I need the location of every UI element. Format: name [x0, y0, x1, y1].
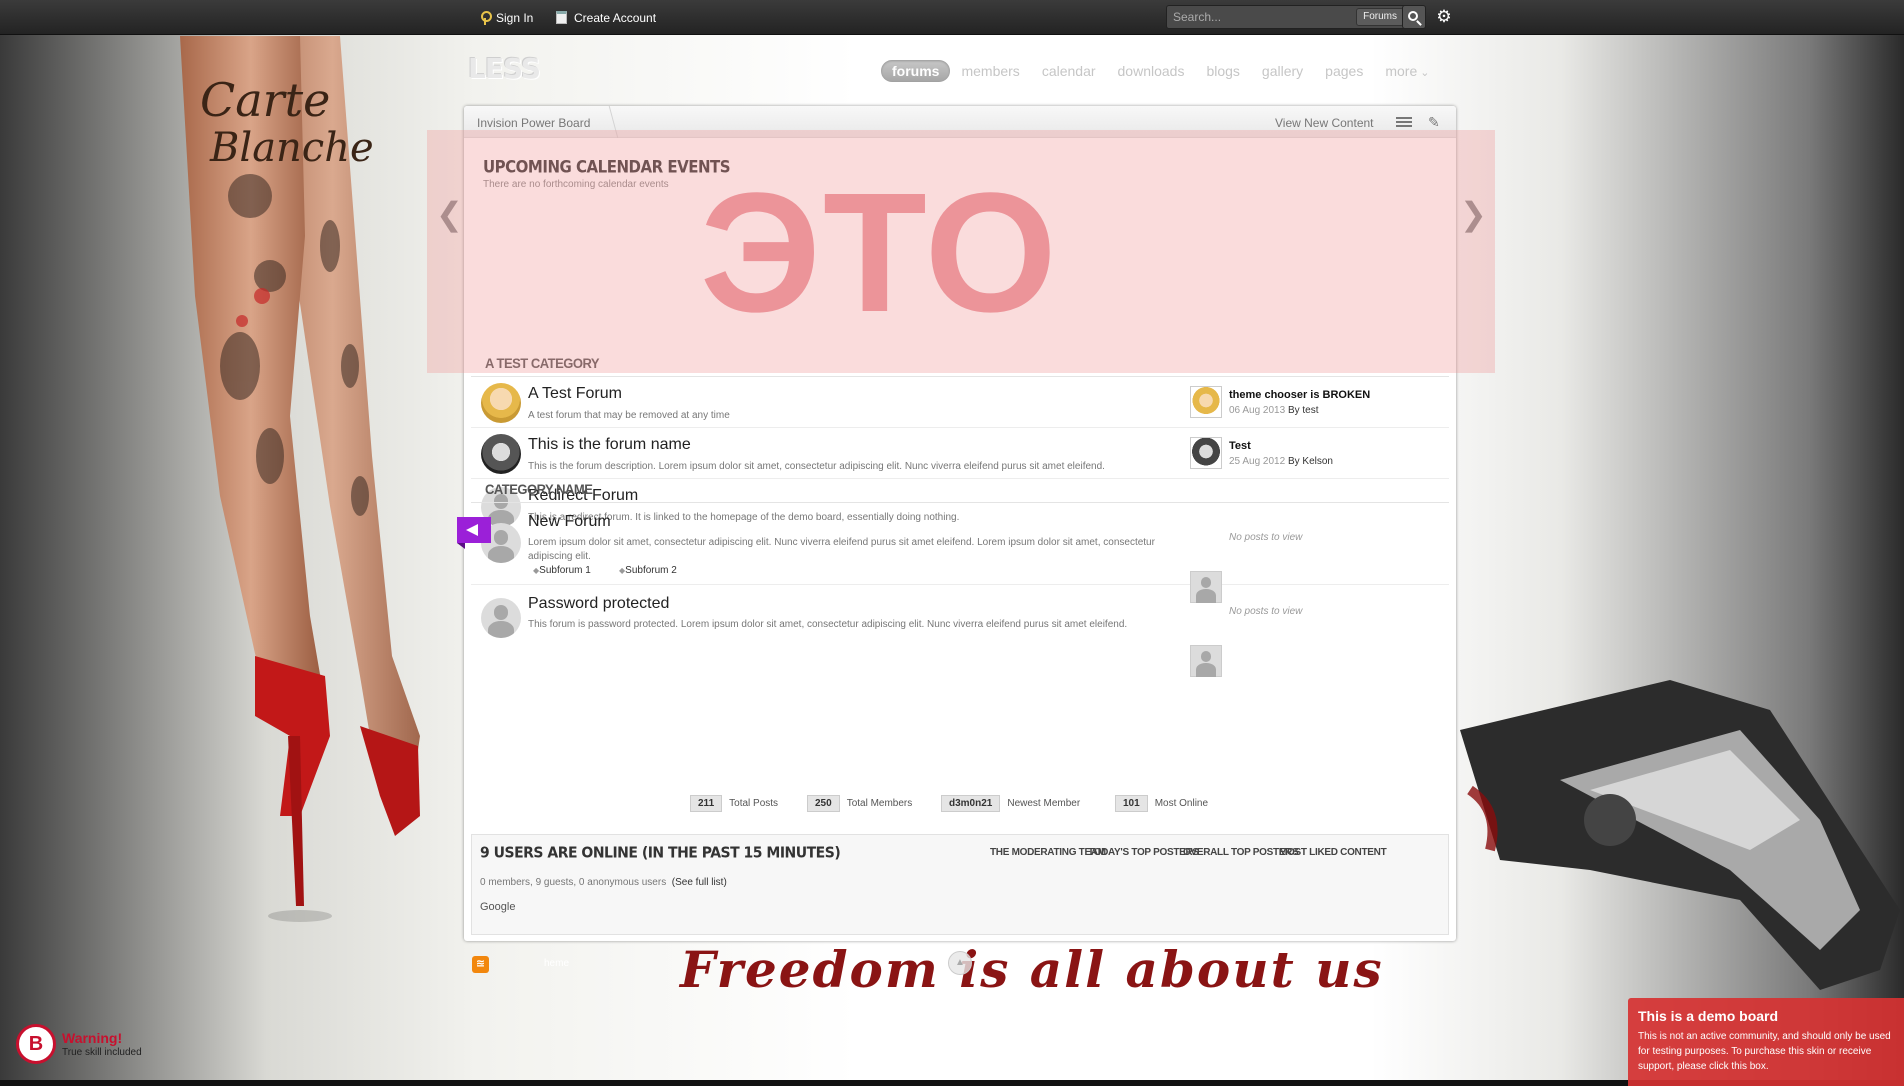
last-post-meta: 06 Aug 2013 By test — [1229, 405, 1319, 416]
most-liked-content-link[interactable]: MOST LIKED CONTENT — [1279, 847, 1387, 858]
stat-total-posts: 211 Total Posts — [690, 795, 778, 812]
forum-row: New Forum Lorem ipsum dolor sit amet, co… — [471, 503, 1449, 603]
forum-title[interactable]: New Forum — [528, 513, 611, 531]
stat-label: Total Posts — [729, 798, 779, 809]
theme-chooser-label[interactable]: heme — [544, 958, 569, 969]
forum-title[interactable]: Password protected — [528, 595, 669, 613]
forum-description: This forum is password protected. Lorem … — [528, 619, 1128, 630]
forum-title[interactable]: This is the forum name — [528, 436, 691, 454]
forum-row: This is the forum name This is the forum… — [471, 428, 1449, 479]
online-users-box: 9 USERS ARE ONLINE (IN THE PAST 15 MINUT… — [471, 834, 1449, 935]
stat-value[interactable]: d3m0n21 — [941, 795, 1001, 812]
overlay-watermark-text: ЭТО — [700, 158, 1059, 348]
top-bar: Sign In Create Account Forums ⚙ — [0, 0, 1904, 35]
search-icon — [1408, 11, 1418, 21]
last-post-by: By — [1287, 405, 1300, 416]
last-post-author[interactable]: Kelson — [1302, 456, 1333, 467]
settings-gear-icon[interactable]: ⚙ — [1433, 6, 1455, 28]
nav-tab-pages[interactable]: pages — [1314, 60, 1374, 82]
purple-back-tab-icon[interactable] — [457, 517, 491, 549]
stat-label: Total Members — [846, 798, 913, 809]
create-account-label: Create Account — [574, 10, 657, 25]
rss-icon[interactable]: ≊ — [472, 956, 489, 973]
nav-tab-members[interactable]: members — [950, 60, 1030, 82]
stat-value: 250 — [807, 795, 840, 812]
last-poster-avatar[interactable] — [1190, 386, 1222, 418]
no-posts-text: No posts to view — [1229, 606, 1303, 617]
forum-avatar — [481, 383, 521, 423]
stat-total-members: 250 Total Members — [807, 795, 912, 812]
stat-newest-member: d3m0n21 Newest Member — [941, 795, 1080, 812]
nav-tab-forums[interactable]: forums — [881, 60, 951, 82]
revolver-background-art — [1440, 670, 1904, 1010]
demo-notice-title: This is a demo board — [1638, 1008, 1779, 1024]
stat-value: 211 — [690, 795, 723, 812]
last-post-date: 25 Aug 2012 — [1229, 456, 1286, 467]
last-poster-avatar[interactable] — [1190, 437, 1222, 469]
svg-text:Blanche: Blanche — [209, 125, 374, 171]
no-posts-text: No posts to view — [1229, 532, 1303, 543]
see-full-list-link[interactable]: (See full list) — [672, 877, 727, 888]
forum-description: A test forum that may be removed at any … — [528, 410, 730, 421]
last-post-title[interactable]: Test — [1229, 440, 1251, 452]
last-poster-avatar — [1190, 645, 1222, 677]
stat-value: 101 — [1115, 795, 1148, 812]
last-post-meta: 25 Aug 2012 By Kelson — [1229, 456, 1333, 467]
brush-icon[interactable]: ✎ — [1428, 114, 1440, 131]
search-scope-button[interactable]: Forums — [1356, 8, 1404, 26]
online-counts: 0 members, 9 guests, 0 anonymous users (… — [480, 877, 727, 888]
create-account-link[interactable]: Create Account — [556, 0, 656, 35]
online-users-title: 9 USERS ARE ONLINE (IN THE PAST 15 MINUT… — [480, 844, 841, 862]
nav-tab-blogs[interactable]: blogs — [1195, 60, 1250, 82]
subforum-link[interactable]: Subforum 2 — [619, 565, 677, 576]
tattoo-text: Carte — [200, 73, 330, 127]
freedom-banner-art: Freedom is all about us — [680, 940, 1384, 999]
forum-avatar — [481, 434, 521, 474]
board-stats: 211 Total Posts 250 Total Members d3m0n2… — [464, 795, 1456, 815]
sign-in-label: Sign In — [496, 10, 534, 25]
last-post-by: By — [1287, 456, 1300, 467]
forum-title[interactable]: A Test Forum — [528, 385, 622, 403]
forum-avatar — [481, 598, 521, 638]
search-input[interactable] — [1167, 6, 1357, 28]
site-logo[interactable]: LESS — [468, 52, 541, 85]
main-nav: forums members calendar downloads blogs … — [881, 58, 1441, 84]
clipboard-icon — [556, 11, 567, 24]
warning-subtitle: True skill included — [62, 1047, 142, 1058]
tattooed-legs-background-art: Carte Blanche — [0, 36, 470, 1020]
online-counts-text: 0 members, 9 guests, 0 anonymous users — [480, 877, 667, 888]
warning-logo: B — [16, 1024, 56, 1064]
view-new-content-link[interactable]: View New Content — [1275, 116, 1374, 130]
warning-badge[interactable]: B Warning! True skill included — [16, 1024, 186, 1066]
search-button[interactable] — [1402, 5, 1426, 29]
key-icon — [480, 10, 492, 25]
back-to-top-icon[interactable]: ▲ — [948, 951, 972, 975]
nav-tab-calendar[interactable]: calendar — [1031, 60, 1107, 82]
online-user-name[interactable]: Google — [480, 901, 515, 913]
nav-tab-more[interactable]: more — [1374, 60, 1440, 82]
stat-most-online: 101 Most Online — [1115, 795, 1208, 812]
nav-tab-gallery[interactable]: gallery — [1251, 60, 1314, 82]
stat-label: Newest Member — [1007, 798, 1081, 809]
nav-tab-downloads[interactable]: downloads — [1107, 60, 1196, 82]
stat-label: Most Online — [1154, 798, 1209, 809]
forum-description: This is the forum description. Lorem ips… — [528, 461, 1105, 472]
breadcrumb-home-link[interactable]: Invision Power Board — [477, 116, 590, 130]
forum-row: Password protected This forum is passwor… — [471, 585, 1449, 677]
sign-in-link[interactable]: Sign In — [480, 0, 533, 35]
last-post-title[interactable]: theme chooser is BROKEN — [1229, 389, 1370, 401]
bottom-strip — [0, 1080, 1904, 1086]
category-title[interactable]: CATEGORY NAME — [485, 482, 593, 498]
search-box: Forums — [1166, 5, 1408, 29]
warning-title: Warning! — [62, 1030, 123, 1046]
demo-notice-body: This is not an active community, and sho… — [1638, 1031, 1891, 1072]
subforum-link[interactable]: Subforum 1 — [533, 565, 591, 576]
last-post-date: 06 Aug 2013 — [1229, 405, 1286, 416]
list-view-icon[interactable] — [1396, 117, 1412, 128]
last-post-author[interactable]: test — [1302, 405, 1318, 416]
forum-description: Lorem ipsum dolor sit amet, consectetur … — [528, 537, 1155, 562]
forum-row: A Test Forum A test forum that may be re… — [471, 377, 1449, 428]
demo-board-notice[interactable]: This is a demo board This is not an acti… — [1628, 998, 1904, 1086]
